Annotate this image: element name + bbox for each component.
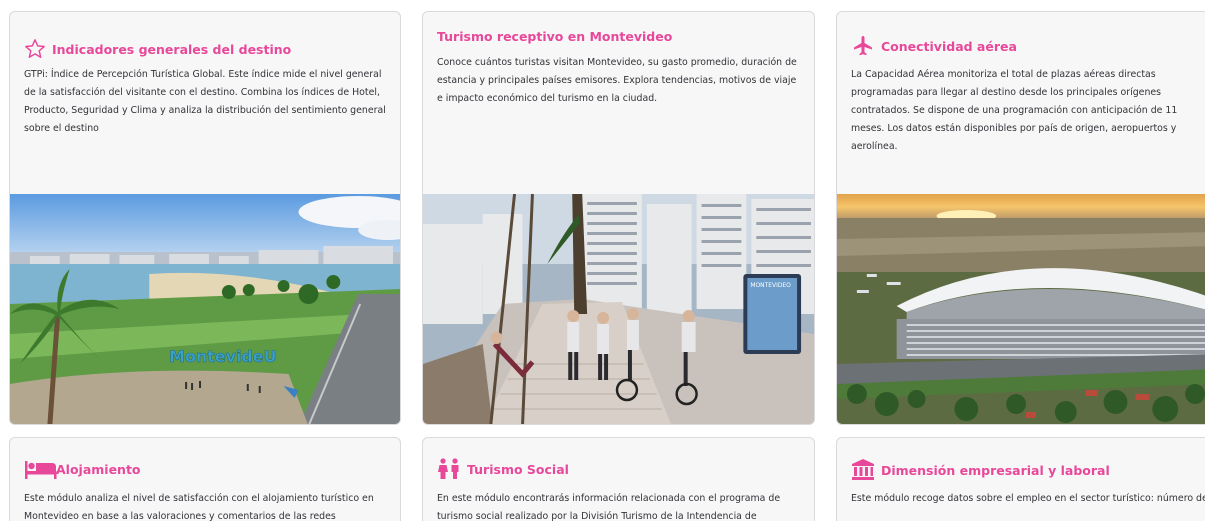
card-image-rambla-walkers[interactable]: MONTEVIDEO	[423, 194, 814, 424]
card-title[interactable]: Turismo receptivo en Montevideo	[437, 29, 672, 44]
people-icon	[437, 458, 461, 480]
sign-text: MONTEVIDEO	[750, 282, 791, 289]
card-title[interactable]: Indicadores generales del destino	[24, 38, 291, 60]
card-title[interactable]: Conectividad aérea	[851, 34, 1017, 58]
card-turismo-receptivo[interactable]: Turismo receptivo en Montevideo Conoce c…	[422, 11, 815, 425]
card-indicadores[interactable]: Indicadores generales del destino GTPi: …	[9, 11, 401, 425]
card-title-text: Indicadores generales del destino	[52, 41, 292, 57]
card-title[interactable]: Dimensión empresarial y laboral	[851, 458, 1110, 482]
star-icon	[24, 38, 46, 60]
card-turismo-social[interactable]: Turismo Social En este módulo encontrará…	[422, 437, 815, 521]
card-image-rambla[interactable]: MontevideU	[10, 194, 400, 424]
card-title[interactable]: Alojamiento	[24, 458, 141, 480]
card-image-airport[interactable]	[837, 194, 1205, 424]
card-description: Conoce cuántos turistas visitan Montevid…	[437, 57, 797, 104]
airplane-icon	[851, 34, 875, 58]
card-description: Este módulo recoge datos sobre el empleo…	[851, 493, 1205, 504]
card-dimension-empresarial[interactable]: Dimensión empresarial y laboral Este mód…	[836, 437, 1205, 521]
card-description: La Capacidad Aérea monitoriza el total d…	[851, 69, 1178, 152]
card-description: En este módulo encontrarás información r…	[437, 493, 781, 521]
card-title-text: Turismo receptivo en Montevideo	[437, 29, 673, 44]
card-title[interactable]: Turismo Social	[437, 458, 569, 480]
card-description: Este módulo analiza el nivel de satisfac…	[24, 493, 374, 521]
card-alojamiento[interactable]: Alojamiento Este módulo analiza el nivel…	[9, 437, 401, 521]
bank-icon	[851, 458, 875, 482]
card-description: GTPi: Índice de Percepción Turística Glo…	[24, 69, 386, 134]
card-title-text: Alojamiento	[56, 461, 141, 477]
card-title-text: Turismo Social	[467, 461, 569, 477]
bed-icon	[24, 458, 58, 480]
card-title-text: Dimensión empresarial y laboral	[881, 462, 1110, 478]
rambla-sign-text: MontevideU	[169, 347, 276, 366]
card-title-text: Conectividad aérea	[881, 38, 1017, 54]
card-conectividad[interactable]: Conectividad aérea La Capacidad Aérea mo…	[836, 11, 1205, 425]
